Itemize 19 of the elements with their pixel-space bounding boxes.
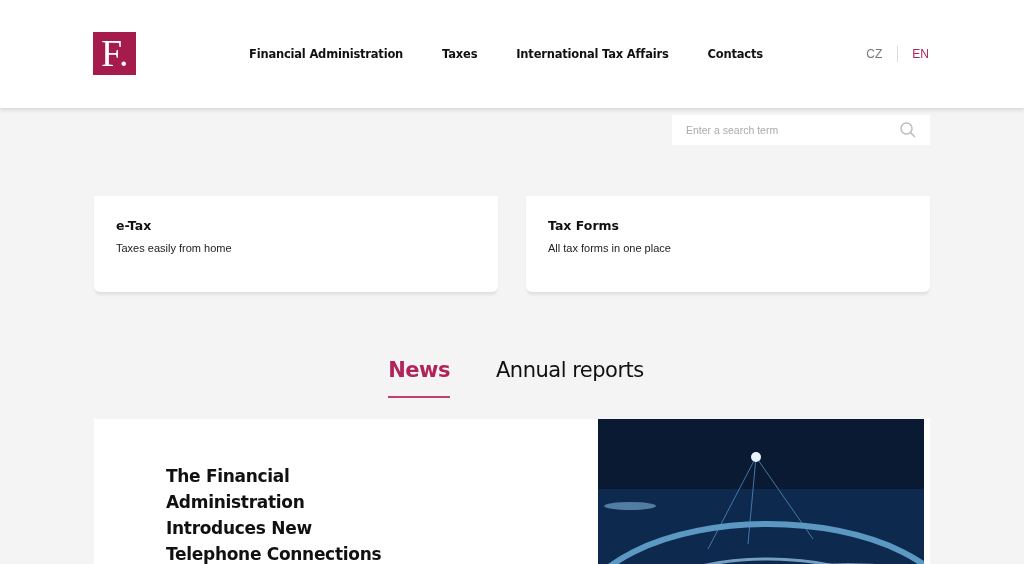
card-subtitle: All tax forms in one place — [548, 242, 672, 254]
search-icon[interactable] — [900, 122, 916, 138]
card-title: Tax Forms — [548, 218, 620, 233]
card-title: e-Tax — [116, 218, 153, 233]
nav-link[interactable]: International Tax Affairs — [516, 47, 669, 61]
language-link[interactable]: EN — [912, 47, 929, 61]
card-subtitle: Taxes easily from home — [116, 242, 233, 254]
news-card[interactable]: The Financial Administration Introduces New Telephone Connections — [94, 419, 930, 564]
nav-link[interactable]: Financial Administration — [249, 47, 404, 61]
service-card[interactable]: Tax Forms All tax forms in one place — [526, 196, 930, 292]
article-title: The Financial Administration Introduces New Telephone Connections — [166, 465, 383, 564]
service-card[interactable]: e-Tax Taxes easily from home — [94, 196, 498, 292]
nav-link[interactable]: Contacts — [707, 47, 763, 61]
nav-link[interactable]: Taxes — [442, 47, 478, 61]
logo[interactable]: F. — [93, 31, 136, 75]
language-link[interactable]: CZ — [866, 47, 883, 61]
tab[interactable]: News — [388, 358, 450, 398]
tab[interactable]: Annual reports — [495, 358, 644, 398]
search-field[interactable]: Enter a search term — [672, 115, 930, 145]
